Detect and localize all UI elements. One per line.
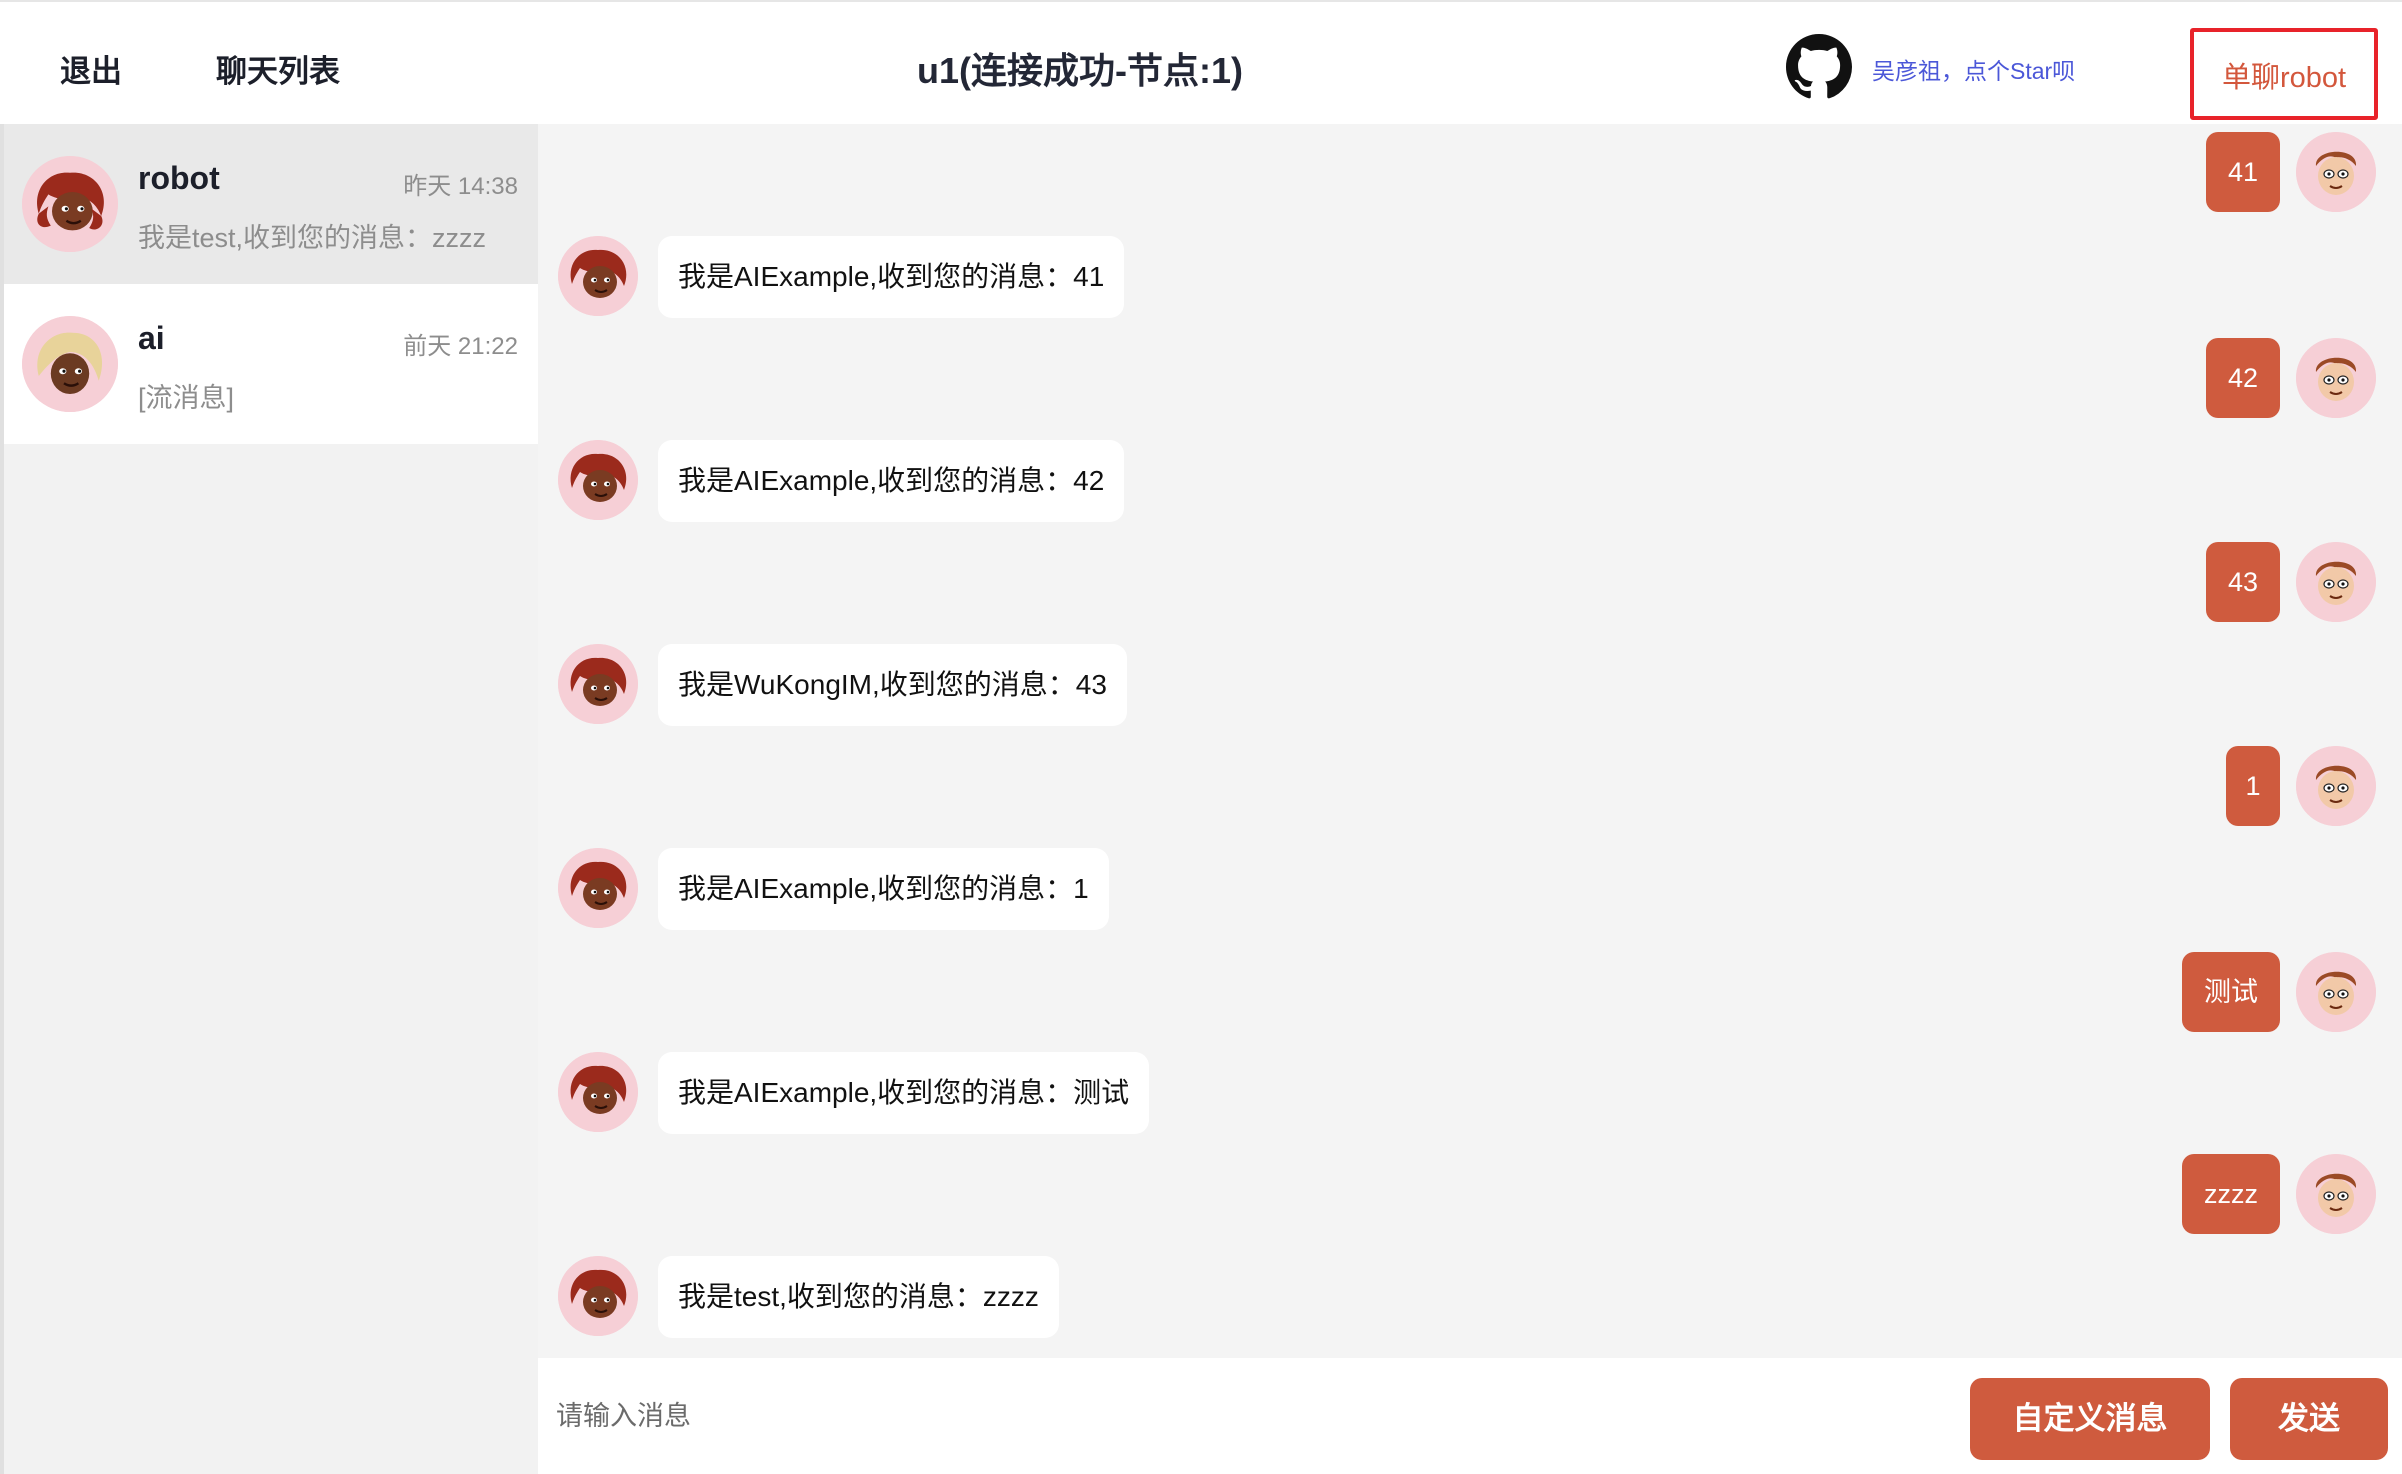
robot-avatar <box>558 644 638 724</box>
user-avatar <box>2296 1154 2376 1234</box>
message-row-outgoing: 43 <box>538 542 2402 624</box>
message-row-incoming: 我是WuKongIM,收到您的消息：43 <box>538 644 2402 726</box>
top-bar: 退出 聊天列表 u1(连接成功-节点:1) 吴彦祖，点个Star呗 单聊robo… <box>0 0 2402 124</box>
message-row-incoming: 我是AIExample,收到您的消息：42 <box>538 440 2402 522</box>
user-avatar <box>2296 542 2376 622</box>
user-avatar <box>2296 338 2376 418</box>
conversation-last-message: 我是test,收到您的消息：zzzz <box>138 223 487 253</box>
single-chat-highlight: 单聊robot <box>2190 28 2378 120</box>
conversation-item-ai[interactable]: ai 前天 21:22 [流消息] <box>4 284 538 444</box>
outgoing-message-bubble[interactable]: zzzz <box>2182 1154 2280 1234</box>
composer-bar: 自定义消息 发送 <box>538 1358 2402 1474</box>
robot-avatar <box>558 1256 638 1336</box>
conversation-time: 昨天 14:38 <box>403 173 518 200</box>
message-row-outgoing: 42 <box>538 338 2402 420</box>
user-avatar <box>2296 746 2376 826</box>
message-row-outgoing: 1 <box>538 746 2402 828</box>
outgoing-message-bubble[interactable]: 1 <box>2226 746 2280 826</box>
outgoing-message-bubble[interactable]: 43 <box>2205 542 2280 622</box>
message-input[interactable] <box>556 1388 1856 1444</box>
github-star-link[interactable]: 吴彦祖，点个Star呗 <box>1872 52 2075 86</box>
message-row-outgoing: zzzz <box>538 1154 2402 1236</box>
message-row-outgoing: 41 <box>538 132 2402 214</box>
incoming-message-bubble[interactable]: 我是AIExample,收到您的消息：测试 <box>658 1052 1150 1134</box>
message-row-outgoing: 测试 <box>538 952 2402 1034</box>
conversation-time: 前天 21:22 <box>403 333 518 360</box>
single-chat-robot-button[interactable]: 单聊robot <box>2194 54 2374 96</box>
incoming-message-bubble[interactable]: 我是test,收到您的消息：zzzz <box>658 1256 1059 1338</box>
outgoing-message-bubble[interactable]: 测试 <box>2182 952 2280 1032</box>
robot-avatar <box>558 1052 638 1132</box>
robot-avatar <box>558 236 638 316</box>
message-row-incoming: 我是AIExample,收到您的消息：测试 <box>538 1052 2402 1134</box>
conversation-item-robot[interactable]: robot 昨天 14:38 我是test,收到您的消息：zzzz <box>4 124 538 284</box>
send-button[interactable]: 发送 <box>2230 1378 2388 1460</box>
conversation-list: robot 昨天 14:38 我是test,收到您的消息：zzzz ai 前天 … <box>0 124 538 1474</box>
incoming-message-bubble[interactable]: 我是AIExample,收到您的消息：41 <box>658 236 1125 318</box>
robot-avatar <box>558 440 638 520</box>
outgoing-message-bubble[interactable]: 41 <box>2205 132 2280 212</box>
conversation-name: robot <box>138 160 220 196</box>
user-avatar <box>2296 952 2376 1032</box>
avatar-blonde-hair <box>22 316 118 412</box>
conversation-name: ai <box>138 320 165 356</box>
message-row-incoming: 我是AIExample,收到您的消息：41 <box>538 236 2402 318</box>
message-row-incoming: 我是test,收到您的消息：zzzz <box>538 1256 2402 1338</box>
message-row-incoming: 我是AIExample,收到您的消息：1 <box>538 848 2402 930</box>
incoming-message-bubble[interactable]: 我是WuKongIM,收到您的消息：43 <box>658 644 1127 726</box>
incoming-message-bubble[interactable]: 我是AIExample,收到您的消息：1 <box>658 848 1109 930</box>
conversation-last-message: [流消息] <box>138 383 235 413</box>
avatar-red-hair <box>22 156 118 252</box>
robot-avatar <box>558 848 638 928</box>
outgoing-message-bubble[interactable]: 42 <box>2205 338 2280 418</box>
message-list[interactable]: 41 我是AIExample,收到您的消息：41 42 我是AIExample,… <box>538 124 2402 1358</box>
custom-message-button[interactable]: 自定义消息 <box>1970 1378 2210 1460</box>
user-avatar <box>2296 132 2376 212</box>
github-icon[interactable] <box>1786 34 1852 100</box>
incoming-message-bubble[interactable]: 我是AIExample,收到您的消息：42 <box>658 440 1125 522</box>
